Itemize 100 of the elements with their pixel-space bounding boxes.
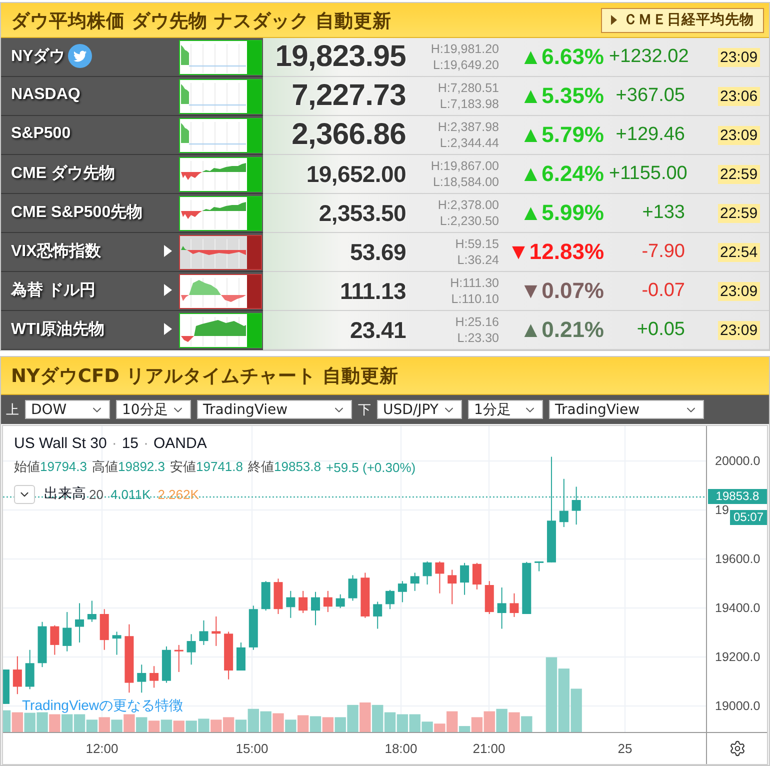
collapse-toggle[interactable]	[14, 484, 35, 504]
price-tick-label: 19400.0	[715, 601, 760, 615]
low-value: L:7,183.98	[440, 96, 499, 112]
change-value: -0.07	[640, 280, 686, 302]
change-value: -7.90	[640, 241, 686, 263]
quote-value: 2,366.86	[290, 118, 407, 152]
price-tick-label: 19000.0	[715, 699, 760, 713]
dropdown[interactable]: USD/JPY	[377, 400, 462, 419]
high-value: H:19,867.00	[430, 158, 499, 174]
change-percent: ▼0.07%	[518, 278, 605, 304]
update-time: 23:06	[718, 86, 760, 106]
quote-name: S&P500	[11, 125, 71, 143]
time-tick-label: 21:00	[472, 741, 506, 756]
legend-title: US Wall St 30	[14, 434, 107, 452]
panel-title: ダウ平均株価 ダウ先物 ナスダック 自動更新	[11, 10, 392, 32]
high-value: H:2,378.00	[438, 197, 499, 213]
quote-value: 53.69	[348, 238, 407, 266]
dropdown[interactable]: TradingView	[197, 400, 352, 419]
quote-name: NYダウ	[11, 46, 66, 66]
change-percent: ▲6.24%	[518, 161, 605, 187]
time-tick-label: 15:00	[236, 741, 268, 756]
dropdown[interactable]: 10分足	[116, 400, 191, 419]
quote-name: WTI原油先物	[11, 320, 104, 340]
high-value: H:59.15	[455, 236, 499, 252]
bird-icon[interactable]	[68, 44, 92, 68]
low-value: L:18,584.00	[432, 174, 499, 190]
quote-value: 7,227.73	[290, 79, 407, 113]
price-tick-label: 19600.0	[715, 552, 760, 566]
ohlc-value: 安値19741.8	[170, 458, 243, 476]
update-time: 22:54	[718, 242, 760, 262]
quote-name: NASDAQ	[11, 86, 80, 104]
update-time: 23:09	[718, 320, 760, 340]
dropdown[interactable]: DOW	[25, 400, 110, 419]
caret-icon[interactable]	[164, 323, 172, 335]
volume-value: 4.011K	[110, 486, 151, 502]
change-value: +129.46	[614, 124, 686, 146]
high-value: H:111.30	[450, 275, 499, 291]
change-percent: ▼12.83%	[506, 239, 605, 265]
quote-value: 19,652.00	[305, 160, 407, 188]
change-percent: ▲5.79%	[518, 122, 605, 148]
change-percent: ▲0.21%	[518, 317, 605, 343]
update-time: 23:09	[718, 48, 760, 66]
price-change: +59.5 (+0.30%)	[326, 460, 416, 474]
change-value: +0.05	[636, 319, 686, 341]
update-time: 22:59	[718, 164, 760, 184]
caret-icon	[610, 15, 616, 25]
quote-value: 2,353.50	[318, 200, 407, 226]
last-price-badge: 19853.8	[708, 489, 767, 504]
dropdown[interactable]: TradingView	[549, 400, 704, 419]
update-time: 23:09	[718, 126, 760, 144]
low-value: L:2,230.50	[440, 213, 499, 229]
change-value: +133	[641, 202, 686, 224]
update-time: 22:59	[718, 204, 760, 222]
legend-title: OANDA	[154, 434, 207, 452]
separator: ·	[112, 434, 117, 452]
panel-title: NYダウCFD リアルタイムチャート 自動更新	[11, 365, 398, 388]
quote-value: 23.41	[348, 316, 407, 344]
change-percent: ▲5.99%	[518, 200, 605, 226]
quote-name: VIX恐怖指数	[11, 242, 101, 262]
time-tick-label: 25	[618, 741, 632, 756]
change-value: +1155.00	[609, 163, 688, 185]
ohlc-value: 高値19892.3	[92, 458, 165, 476]
low-value: L:36.24	[457, 252, 499, 268]
price-tick-label: 20000.0	[715, 454, 760, 468]
quote-name: CME S&P500先物	[11, 202, 143, 222]
caret-icon[interactable]	[164, 284, 172, 296]
quote-name: CME ダウ先物	[11, 164, 115, 184]
dropdown[interactable]: 1分足	[468, 400, 543, 419]
separator: ·	[144, 434, 148, 452]
quote-value: 111.13	[338, 278, 407, 304]
time-tick-label: 12:00	[86, 741, 118, 756]
high-value: H:19,981.20	[430, 41, 499, 57]
volume-period: 20	[89, 486, 104, 502]
countdown-badge: 05:07	[730, 510, 767, 525]
update-time: 23:09	[718, 282, 760, 300]
quote-name: 為替 ドル円	[11, 280, 96, 300]
quote-value: 19,823.95	[274, 40, 407, 74]
price-tick-label: 19	[715, 503, 729, 517]
low-value: L:2,344.44	[440, 135, 499, 151]
settings-icon[interactable]	[728, 740, 746, 757]
legend-title: 15	[122, 434, 138, 452]
time-tick-label: 18:00	[384, 741, 418, 756]
change-value: +367.05	[614, 85, 686, 107]
ohlc-value: 始値19794.3	[14, 458, 87, 476]
low-value: L:23.30	[457, 330, 499, 346]
low-value: L:110.10	[451, 291, 499, 307]
price-tick-label: 19200.0	[715, 650, 760, 664]
chart-slot-label: 上	[6, 402, 19, 418]
ohlc-value: 終値19853.8	[248, 458, 321, 476]
high-value: H:7,280.51	[438, 80, 499, 96]
high-value: H:2,387.98	[438, 119, 499, 135]
low-value: L:19,649.20	[432, 57, 499, 73]
change-value: +1232.02	[609, 46, 690, 68]
change-percent: ▲5.35%	[518, 83, 605, 109]
link-button[interactable]: ＣＭＥ日経平均先物	[600, 8, 764, 32]
chart-slot-label: 下	[358, 402, 371, 418]
caret-icon[interactable]	[164, 245, 172, 257]
high-value: H:25.16	[455, 314, 499, 330]
volume-value: 2.262K	[158, 486, 199, 502]
change-percent: ▲6.63%	[518, 44, 605, 70]
